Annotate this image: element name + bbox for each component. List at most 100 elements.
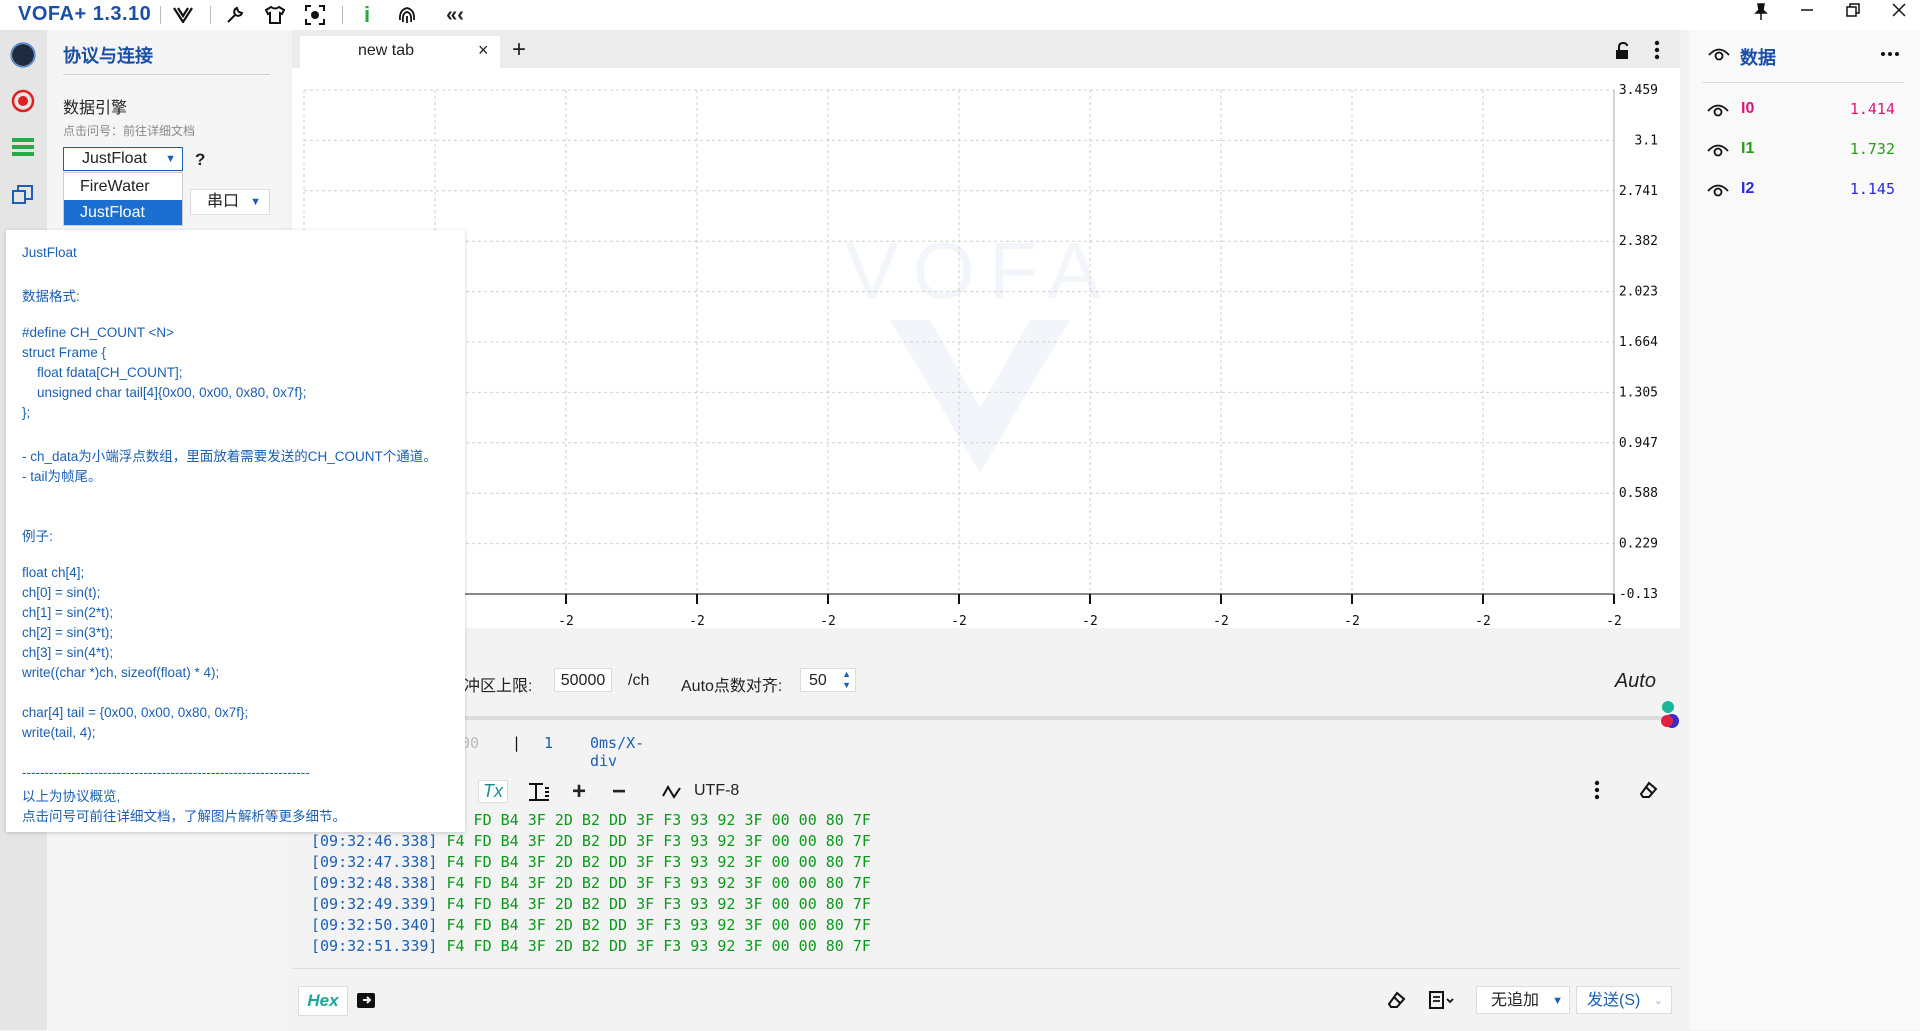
eraser-icon[interactable]	[1638, 780, 1658, 805]
watermark-text: VOFA	[845, 226, 1114, 315]
toolbar-separator	[342, 6, 343, 24]
history-icon[interactable]	[1428, 990, 1454, 1015]
panel-title: 协议与连接	[63, 46, 153, 66]
send-button[interactable]: 发送(S) ⌄	[1576, 986, 1672, 1014]
console-row: [09:32:47.338] F4 FD B4 3F 2D B2 DD 3F F…	[292, 852, 1680, 873]
channel-row[interactable]: I1 1.732	[1705, 138, 1905, 164]
status-value: 1	[544, 734, 554, 752]
x-tick-label: -2	[820, 614, 836, 629]
stepper-arrows-icon[interactable]: ▲ ▼	[842, 669, 851, 691]
help-button[interactable]: ?	[195, 150, 205, 170]
console-row: [09:32:50.340] F4 FD B4 3F 2D B2 DD 3F F…	[292, 915, 1680, 936]
console-row: [09:32:51.339] F4 FD B4 3F 2D B2 DD 3F F…	[292, 936, 1680, 957]
tab-close-icon[interactable]: ×	[478, 40, 489, 61]
capture-icon[interactable]	[302, 2, 328, 28]
protocol-option-firewater[interactable]: FireWater	[64, 174, 182, 199]
send-file-icon[interactable]	[356, 990, 376, 1015]
divider	[1702, 82, 1904, 83]
protocol-select[interactable]: JustFloat ▼	[63, 147, 183, 171]
console-output[interactable]: [09:32:45.338] F4 FD B4 3F 2D B2 DD 3F F…	[292, 810, 1680, 960]
y-tick-label: 1.305	[1619, 385, 1658, 400]
vofa-logo-icon[interactable]	[170, 2, 196, 28]
channel-row[interactable]: I0 1.414	[1705, 98, 1905, 124]
font-decrease-icon[interactable]: −	[612, 778, 626, 806]
buffer-input[interactable]: 50000	[554, 668, 612, 692]
status-separator: |	[512, 734, 522, 752]
eraser-icon[interactable]	[1386, 990, 1406, 1015]
lock-icon[interactable]	[1614, 41, 1632, 65]
restore-icon[interactable]	[1838, 3, 1868, 27]
tooltip-line: 例子:	[22, 529, 53, 544]
eye-icon[interactable]	[1707, 142, 1729, 163]
font-increase-icon[interactable]: +	[572, 778, 586, 806]
send-bar	[292, 968, 1680, 1031]
minimize-icon[interactable]	[1792, 3, 1822, 27]
waveform-plot[interactable]: VOFA 3.459 3.1 2.741 2.382 2.023 1.664 1.305 0.…	[300, 78, 1680, 638]
protocol-option-justfloat[interactable]: JustFloat	[64, 200, 182, 225]
time-slider[interactable]	[292, 716, 1674, 720]
append-select-value: 无追加	[1491, 992, 1540, 1009]
add-tab-button[interactable]: +	[512, 36, 526, 64]
tooltip-line: ----------------------------------------…	[22, 765, 310, 780]
fingerprint-icon[interactable]	[394, 2, 420, 28]
x-tick-label: -2	[951, 614, 967, 629]
console-row: [09:32:45.338] F4 FD B4 3F 2D B2 DD 3F F…	[292, 810, 1680, 831]
log-timestamp: [09:32:49.339]	[311, 895, 438, 913]
log-timestamp: [09:32:47.338]	[311, 853, 438, 871]
engine-hint: 点击问号：前往详细文档	[63, 124, 196, 138]
console-row: [09:32:46.338] F4 FD B4 3F 2D B2 DD 3F F…	[292, 831, 1680, 852]
log-data: F4 FD B4 3F 2D B2 DD 3F F3 93 92 3F 00 0…	[446, 832, 871, 850]
log-data: F4 FD B4 3F 2D B2 DD 3F F3 93 92 3F 00 0…	[446, 811, 871, 829]
protocol-tooltip: JustFloat 数据格式: #define CH_COUNT <N> struct…	[6, 230, 465, 832]
tooltip-line: 点击问号可前往详细文档，了解图片解析等更多细节。	[22, 809, 346, 824]
app-title: VOFA+ 1.3.10	[18, 3, 152, 25]
info-icon[interactable]: i	[354, 2, 380, 28]
log-data: F4 FD B4 3F 2D B2 DD 3F F3 93 92 3F 00 0…	[446, 916, 871, 934]
x-tick-label: -2	[689, 614, 705, 629]
tx-toggle-button[interactable]: Tx	[478, 780, 508, 803]
tooltip-line: struct Frame {	[22, 345, 107, 360]
y-tick-label: 0.947	[1619, 436, 1658, 451]
channel-name: I2	[1741, 180, 1755, 197]
channel-row[interactable]: I2 1.145	[1705, 178, 1905, 204]
x-tick-label: -2	[558, 614, 574, 629]
close-window-icon[interactable]	[1884, 3, 1914, 27]
tab-bar	[292, 30, 1680, 68]
y-tick-label: 2.382	[1619, 234, 1658, 249]
chevron-down-icon[interactable]: ⌄	[1654, 987, 1663, 1015]
connect-status-icon[interactable]	[8, 40, 38, 70]
pin-icon[interactable]	[1746, 3, 1776, 27]
tab-new-tab[interactable]: new tab ×	[300, 36, 500, 68]
collapse-icon[interactable]: «‹	[442, 2, 468, 28]
data-panel-more-icon[interactable]	[1880, 44, 1900, 62]
slider-handle[interactable]	[1659, 700, 1681, 735]
tooltip-line: unsigned char tail[4]{0x00, 0x00, 0x80, …	[22, 385, 307, 400]
align-value: 50	[809, 672, 827, 689]
align-stepper[interactable]: 50 ▲ ▼	[800, 668, 856, 692]
hex-toggle-button[interactable]: Hex	[298, 986, 348, 1016]
wrench-icon[interactable]	[222, 2, 248, 28]
eye-icon[interactable]	[1708, 46, 1730, 67]
console-more-icon[interactable]	[1594, 780, 1600, 805]
tab-more-icon[interactable]	[1654, 40, 1660, 65]
windows-icon[interactable]	[8, 180, 38, 210]
tooltip-line: float fdata[CH_COUNT];	[22, 365, 183, 380]
waveform-icon[interactable]	[662, 784, 682, 805]
tooltip-line: #define CH_COUNT <N>	[22, 325, 175, 340]
console-row: [09:32:49.339] F4 FD B4 3F 2D B2 DD 3F F…	[292, 894, 1680, 915]
eye-icon[interactable]	[1707, 102, 1729, 123]
encoding-select[interactable]: UTF-8	[694, 782, 739, 800]
record-icon[interactable]	[8, 86, 38, 116]
x-tick-label: -2	[1082, 614, 1098, 629]
tooltip-line: ch[2] = sin(3*t);	[22, 625, 114, 640]
port-select[interactable]: 串口 ▼	[190, 189, 270, 215]
menu-list-icon[interactable]	[8, 132, 38, 162]
eye-icon[interactable]	[1707, 182, 1729, 203]
x-div-label[interactable]: 0ms/X-div	[590, 734, 644, 770]
log-data: F4 FD B4 3F 2D B2 DD 3F F3 93 92 3F 00 0…	[446, 874, 871, 892]
tshirt-icon[interactable]	[262, 2, 288, 28]
auto-mode-label[interactable]: Auto	[1615, 670, 1656, 693]
text-format-icon[interactable]	[528, 782, 550, 807]
tooltip-line: ch[1] = sin(2*t);	[22, 605, 114, 620]
append-select[interactable]: 无追加 ▼	[1476, 986, 1570, 1014]
